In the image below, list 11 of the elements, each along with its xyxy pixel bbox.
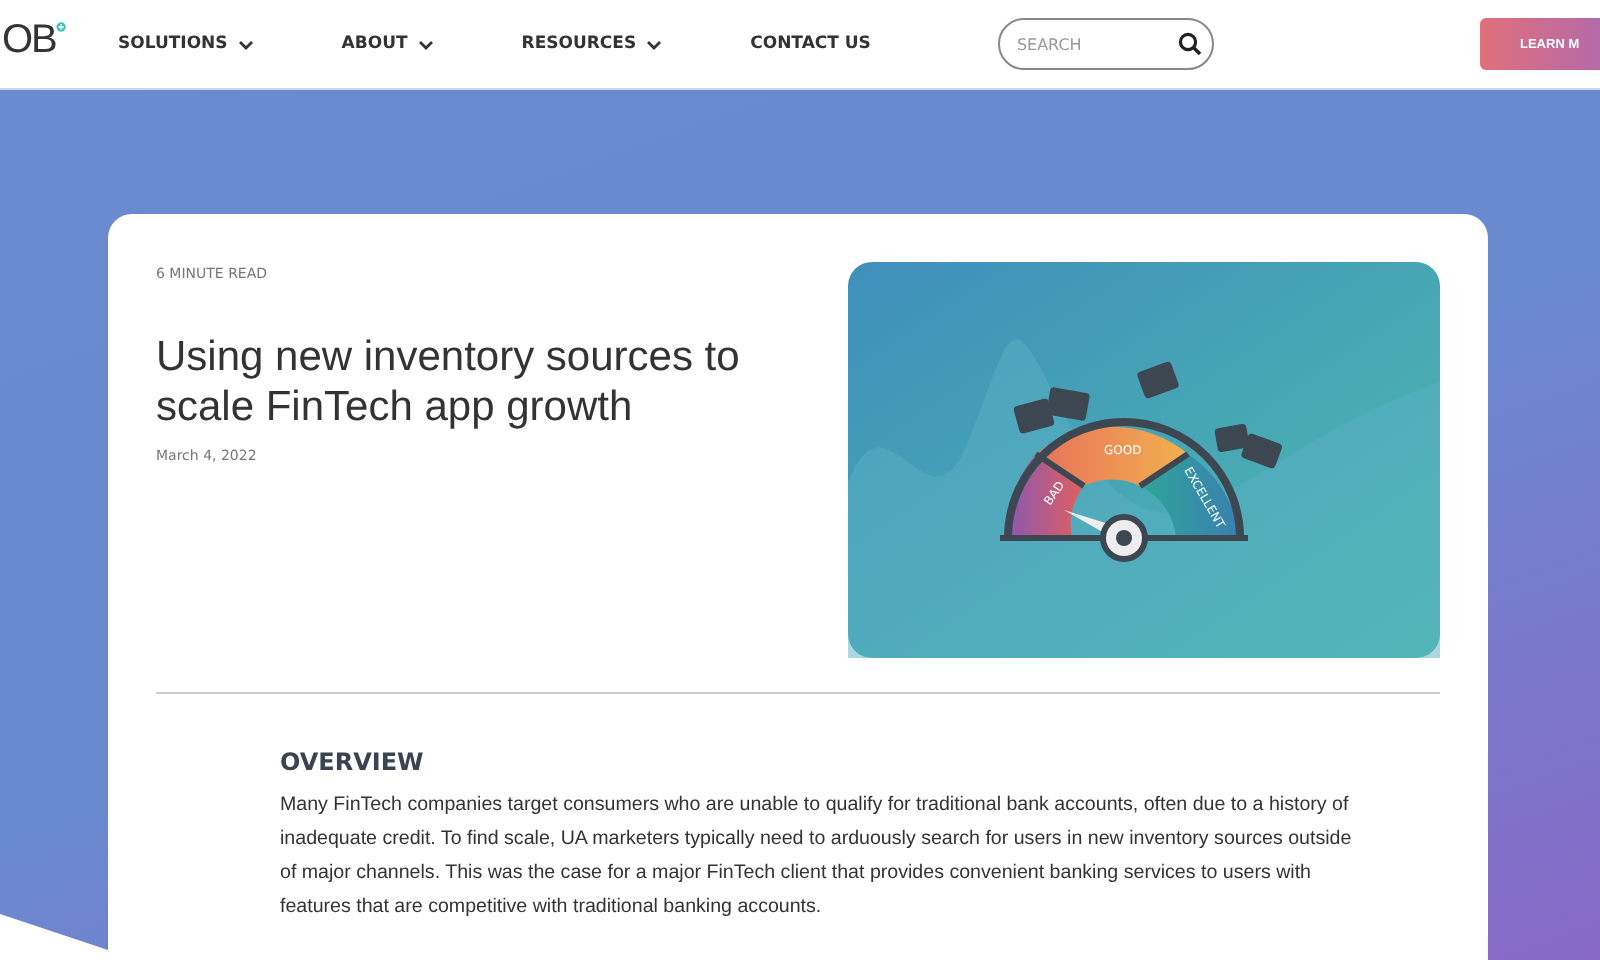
search-icon xyxy=(1178,32,1203,56)
nav-link[interactable]: SOLUTIONS xyxy=(118,34,254,54)
nav-link[interactable]: ABOUT xyxy=(341,34,434,54)
plus-icon xyxy=(55,16,66,38)
article-title: Using new inventory sources to scale FinTech app growth xyxy=(156,332,742,432)
nav-link[interactable]: CONTACT US xyxy=(750,34,871,54)
section-heading: OVERVIEW xyxy=(280,748,426,776)
search-field[interactable]: SEARCH xyxy=(998,18,1215,70)
logo[interactable]: OB xyxy=(2,14,66,62)
section-paragraph: Many FinTech companies target consumers who are unable to qualify for traditional bank accounts, often due to a history of inadequate credit. To find scale, UA marketers typically need to arduously search for users in new inventory sources outside of major channels. This was the case for a major FinTech client that provides convenient banking services to users with features that are competitive with traditional banking accounts. xyxy=(280,792,1354,922)
nav-link[interactable]: RESOURCES xyxy=(521,34,663,54)
